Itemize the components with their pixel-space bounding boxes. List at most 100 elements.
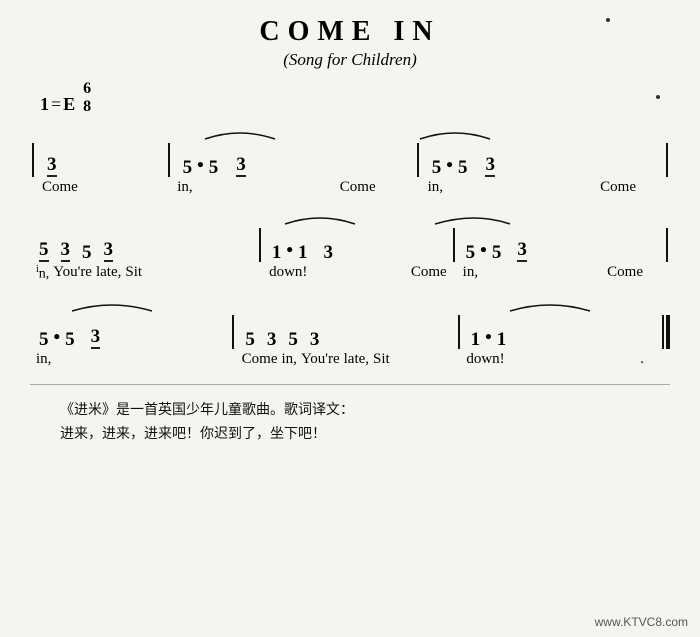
decor-dot-2 (656, 95, 660, 99)
bar3-notes: 5 • 5 3 (421, 139, 664, 177)
notes-content-1: 3 5 • 5 (30, 125, 670, 177)
dot-b6: • (480, 224, 487, 262)
note-3-bar2: 3 (236, 139, 246, 177)
n5-b7b: 5 (65, 314, 75, 349)
n3-b6: 3 (517, 224, 527, 262)
key-signature: 1 = E 6 8 (30, 80, 670, 115)
page: COME IN (Song for Children) 1 = E 6 8 (0, 0, 700, 637)
dot-bar3: • (446, 139, 453, 177)
n5-b6a: 5 (466, 227, 476, 262)
lyric-in5: in, (36, 351, 51, 368)
lyrics-row-3: in, Come in, You're late, Sit down! . (30, 349, 670, 368)
notes-content-2: 5 3 5 (30, 210, 670, 262)
bar8-notes: 5 3 5 3 (236, 314, 455, 349)
lyric-sit2: Sit (373, 351, 390, 368)
notes-row-2: 5 3 5 (30, 210, 670, 262)
lyric-in6: in, (282, 351, 297, 368)
lyrics-bar2: in, Come (169, 179, 415, 196)
lyrics-bar5: down! Come (263, 264, 453, 281)
lyric-late2: late, (344, 351, 369, 368)
n1-b9a: 1 (471, 314, 481, 349)
barline7 (232, 315, 234, 349)
lyrics-bar4: in, You're late, Sit (30, 264, 259, 283)
bar7-notes: 5 • 5 3 (30, 311, 230, 349)
lyric-come1: Come (42, 179, 78, 196)
n5-b7a: 5 (39, 314, 49, 349)
barline4 (259, 228, 261, 262)
bar4-notes: 5 3 5 (30, 224, 257, 262)
barline5 (453, 228, 455, 262)
lyrics-row-2: in, You're late, Sit down! Come in, Come (30, 262, 670, 283)
final-barline (662, 315, 670, 349)
n1-b9b: 1 (497, 314, 507, 349)
lyrics-bar3: in, Come (420, 179, 666, 196)
lyric-down1: down! (269, 264, 307, 281)
n5-b4a: 5 (39, 224, 49, 262)
footnote-line-2: 进来，进来，进来吧！你迟到了，坐下吧！ (60, 423, 670, 447)
lyrics-bar7: in, (30, 351, 232, 368)
key-number: 1 (40, 94, 49, 115)
music-line-3: 5 • 5 3 (30, 297, 670, 368)
decor-dot-1 (606, 18, 610, 22)
n1-b5b: 1 (298, 227, 308, 262)
dot-b7: • (54, 311, 61, 349)
page-subtitle: (Song for Children) (30, 50, 670, 70)
equals-sign: = (51, 94, 61, 115)
lyrics-bar1: Come (34, 179, 165, 196)
dot-b5: • (286, 224, 293, 262)
lyrics-row-1: Come in, Come in, Come (30, 177, 670, 196)
n3-b7: 3 (91, 311, 101, 349)
time-signature: 6 8 (83, 80, 91, 115)
barline8 (458, 315, 460, 349)
n3-b4a: 3 (61, 224, 71, 262)
lyric-down2: down! (466, 351, 504, 368)
bar5-notes: 1 • 1 3 (263, 224, 451, 262)
lyric-come5: Come (607, 264, 643, 281)
lyric-late: late, (96, 264, 121, 283)
lyric-youre: You're (53, 264, 92, 283)
notes-row-3: 5 • 5 3 (30, 297, 670, 349)
note-5b-bar3: 5 (458, 142, 468, 177)
watermark: www.KTVC8.com (595, 615, 688, 629)
bar6-notes: 5 • 5 3 (457, 224, 664, 262)
lyric-sit: Sit (125, 264, 142, 283)
n3-b8a: 3 (267, 314, 277, 349)
lyrics-bar8: Come in, You're late, Sit (236, 351, 457, 368)
n5-b4b: 5 (82, 227, 92, 262)
note-3-bar3: 3 (485, 139, 495, 177)
n5-b8a: 5 (245, 314, 255, 349)
footnote-line-1: 《进米》是一首英国少年儿童歌曲。歌词译文： (60, 399, 670, 423)
lyric-in2: in, (428, 179, 443, 196)
note-3-bar1: 3 (47, 139, 57, 177)
n3-b4b: 3 (104, 224, 114, 262)
lyric-in3: in, (36, 264, 49, 283)
lyric-come2: Come (340, 179, 376, 196)
opening-barline (32, 143, 34, 177)
notes-row-1: 3 5 • 5 (30, 125, 670, 177)
lyric-come4: Come (411, 264, 447, 281)
barline2 (417, 143, 419, 177)
note-5b-bar2: 5 (209, 142, 219, 177)
footer-section: 《进米》是一首英国少年儿童歌曲。歌词译文： 进来，进来，进来吧！你迟到了，坐下吧… (30, 399, 670, 447)
bar9-notes: 1 • 1 (462, 311, 662, 349)
bar2-notes: 5 • 5 3 (172, 139, 415, 177)
note-5a-bar2: 5 (183, 142, 193, 177)
notes-content-3: 5 • 5 3 (30, 297, 670, 349)
barline1 (168, 143, 170, 177)
divider (30, 384, 670, 385)
music-line-1: 3 5 • 5 (30, 125, 670, 196)
lyric-dot: . (640, 351, 644, 368)
dot-b9: • (485, 311, 492, 349)
time-bottom: 8 (83, 98, 91, 116)
lyrics-bar6: in, Come (457, 264, 666, 281)
dot-bar2: • (197, 139, 204, 177)
bar1-notes: 3 (36, 139, 166, 177)
lyric-come3: Come (600, 179, 636, 196)
note-5a-bar3: 5 (432, 142, 442, 177)
n3-b5: 3 (324, 227, 334, 262)
barline6 (666, 228, 668, 262)
n5-b6b: 5 (492, 227, 502, 262)
n5-b8b: 5 (288, 314, 298, 349)
time-top: 6 (83, 80, 91, 98)
lyric-come6: Come (242, 351, 278, 368)
